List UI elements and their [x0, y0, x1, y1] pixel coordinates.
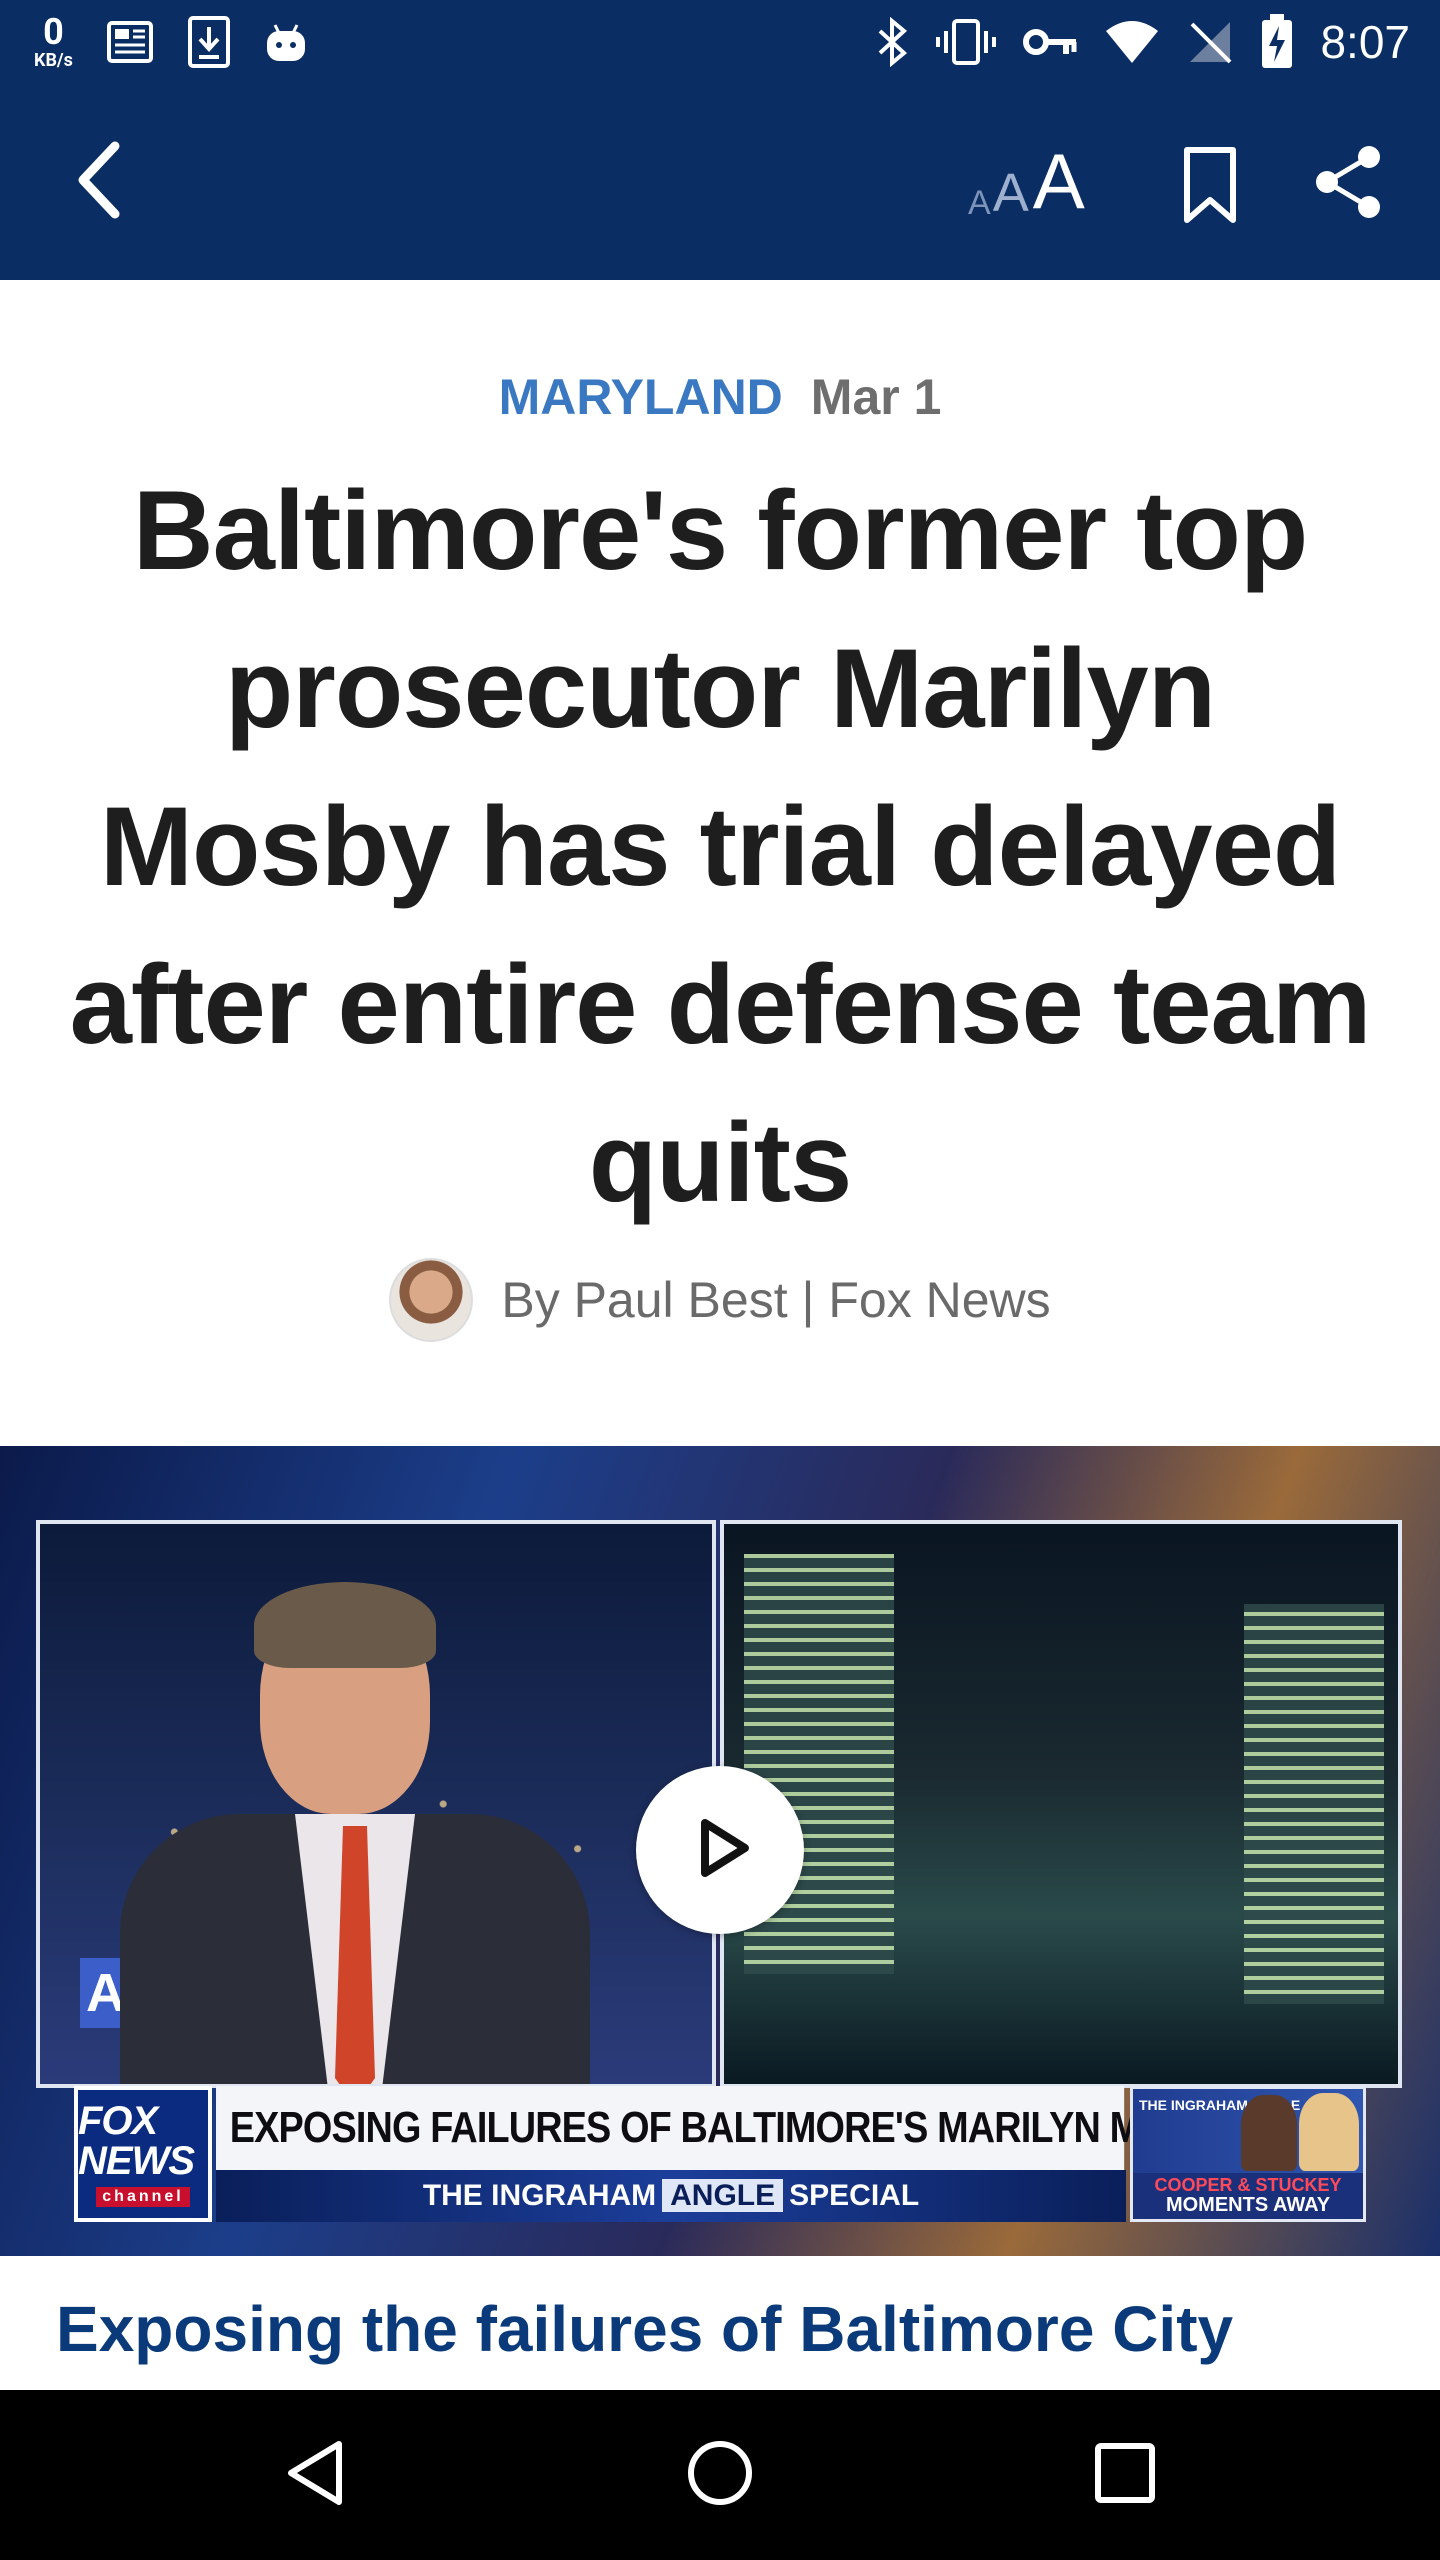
- bluetooth-icon: [876, 17, 910, 67]
- status-bar: 0 KB/s 8:07: [0, 0, 1440, 84]
- host-figure: [120, 1564, 590, 2084]
- show-promo: THE INGRAHAM ANGLE COOPER & STUCKEY MOME…: [1130, 2086, 1366, 2222]
- chyron-sub-highlight: ANGLE: [662, 2179, 784, 2212]
- text-size-button[interactable]: A A A: [968, 140, 1085, 220]
- network-speed-unit: KB/s: [34, 50, 73, 71]
- chyron-sub-suffix: SPECIAL: [789, 2179, 920, 2212]
- article-meta: MARYLAND Mar 1: [0, 368, 1440, 426]
- share-icon: [1313, 145, 1383, 223]
- category-link[interactable]: MARYLAND: [499, 368, 783, 426]
- status-bar-left: 0 KB/s: [34, 10, 309, 74]
- nav-home-button[interactable]: [675, 2430, 765, 2520]
- status-bar-right: 8:07: [876, 10, 1410, 74]
- nav-recents-button[interactable]: [1080, 2430, 1170, 2520]
- article-headline: Baltimore's former top prosecutor Marily…: [69, 468, 1372, 1225]
- video-caption[interactable]: Exposing the failures of Baltimore City: [56, 2292, 1396, 2366]
- back-button[interactable]: [60, 134, 140, 230]
- promo-person: [1241, 2095, 1297, 2171]
- network-speed-value: 0: [43, 11, 64, 53]
- nav-recents-icon: [1094, 2442, 1156, 2508]
- status-clock: 8:07: [1320, 16, 1410, 68]
- bookmark-button[interactable]: [1170, 140, 1250, 236]
- app-bar: A A A: [0, 84, 1440, 280]
- bookmark-icon: [1183, 146, 1237, 230]
- vpn-key-icon: [1022, 22, 1078, 62]
- author-byline[interactable]: By Paul Best | Fox News: [501, 1271, 1050, 1329]
- system-nav-bar: [0, 2390, 1440, 2560]
- chyron-main: EXPOSING FAILURES OF BALTIMORE'S MARILYN…: [216, 2086, 1245, 2222]
- download-notification-icon: [187, 15, 231, 69]
- wifi-icon: [1104, 19, 1160, 65]
- network-logo-sub: channel: [96, 2187, 190, 2207]
- chevron-left-icon: [75, 140, 125, 224]
- battery-charging-icon: [1260, 14, 1294, 70]
- article-date: Mar 1: [810, 369, 942, 425]
- fox-news-logo: FOX NEWS channel: [74, 2086, 212, 2222]
- chyron-headline: EXPOSING FAILURES OF BALTIMORE'S MARILYN…: [216, 2086, 1245, 2170]
- chyron: FOX NEWS channel EXPOSING FAILURES OF BA…: [74, 2086, 1366, 2224]
- share-button[interactable]: [1300, 136, 1396, 232]
- play-button[interactable]: [636, 1766, 804, 1934]
- network-speed-indicator: 0 KB/s: [34, 14, 73, 70]
- nav-back-icon: [285, 2440, 345, 2510]
- nav-back-button[interactable]: [270, 2430, 360, 2520]
- byline: By Paul Best | Fox News: [0, 1258, 1440, 1342]
- promo-line-1: COOPER & STUCKEY: [1154, 2175, 1342, 2195]
- news-notification-icon: [105, 17, 155, 67]
- skyscraper: [1244, 1604, 1384, 2004]
- promo-line-2: MOMENTS AWAY: [1165, 2194, 1331, 2216]
- nav-home-icon: [685, 2438, 755, 2512]
- no-sim-icon: [1186, 18, 1234, 66]
- chyron-sub-prefix: THE INGRAHAM: [422, 2179, 657, 2212]
- video-left-panel: AM: [36, 1520, 716, 2088]
- promo-text: COOPER & STUCKEY MOMENTS AWAY: [1133, 2173, 1363, 2219]
- author-avatar: [389, 1258, 474, 1342]
- chyron-subline: THE INGRAHAM ANGLE SPECIAL: [216, 2170, 1126, 2222]
- play-icon: [685, 1813, 755, 1887]
- video-right-panel: [720, 1520, 1402, 2088]
- vibrate-icon: [936, 17, 997, 67]
- text-size-medium-glyph: A: [992, 163, 1029, 223]
- promo-image: THE INGRAHAM ANGLE: [1133, 2089, 1363, 2173]
- promo-person: [1299, 2093, 1359, 2171]
- network-logo-text: FOX NEWS: [78, 2099, 195, 2183]
- android-notification-icon: [263, 19, 309, 65]
- text-size-small-glyph: A: [968, 184, 991, 222]
- text-size-large-glyph: A: [1032, 137, 1085, 225]
